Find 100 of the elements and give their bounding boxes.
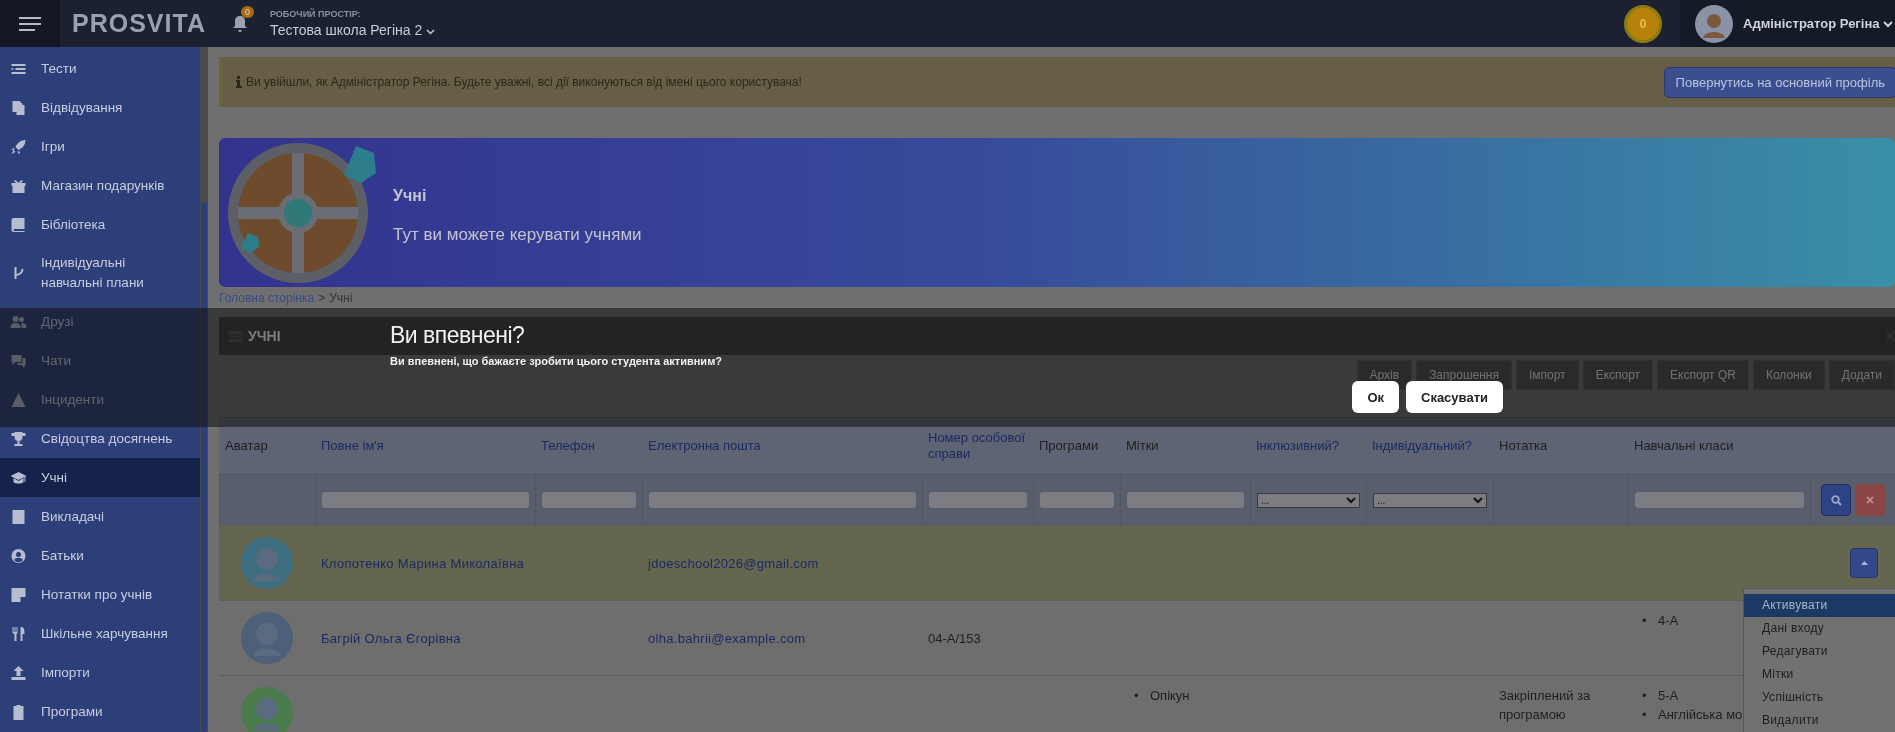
dialog-button[interactable]: Скасувати xyxy=(1406,381,1503,413)
student-name-link[interactable]: Багрій Ольга Єгорівна xyxy=(321,628,461,648)
list-bullet: • xyxy=(1642,706,1648,724)
chevron-icon xyxy=(1346,496,1356,504)
chat-icon xyxy=(10,352,27,369)
warning-icon xyxy=(10,391,27,408)
close-icon xyxy=(1866,496,1874,504)
sidebar-item[interactable]: Учні xyxy=(0,458,200,497)
logo[interactable]: PROSVITA xyxy=(72,9,206,38)
list-bullet: • xyxy=(1642,687,1648,705)
sidebar-item[interactable]: Бібліотека xyxy=(0,205,200,244)
sidebar-item[interactable]: Індивідуальні навчальні плани xyxy=(0,244,200,302)
menu-item[interactable]: Видалити xyxy=(1744,709,1895,732)
menu-item[interactable]: Мітки xyxy=(1744,663,1895,686)
filter-field[interactable] xyxy=(1635,492,1804,508)
sort-link[interactable]: Індивідуальний? xyxy=(1366,418,1493,474)
filter-field[interactable] xyxy=(1040,492,1114,508)
breadcrumb-separator: > xyxy=(318,291,326,307)
alert-text: Ви увійшли, як Адміністратор Регіна. Будьте уважні, всі дії виконуються від імені цього користувача! xyxy=(246,75,802,89)
breadcrumb-current: Учні xyxy=(329,291,353,307)
toolbar-button[interactable]: Додати xyxy=(1828,360,1895,390)
sidebar-item[interactable]: Інциденти xyxy=(0,380,200,419)
column-header: Мітки xyxy=(1125,437,1160,455)
sidebar-item[interactable]: Шкільне харчування xyxy=(0,614,200,653)
sidebar-item[interactable]: Магазин подарунків xyxy=(0,166,200,205)
chevron-icon xyxy=(1883,21,1894,28)
sidebar-item[interactable]: Ігри xyxy=(0,127,200,166)
panel-title: УЧНІ xyxy=(248,328,281,344)
class-item: 4-А xyxy=(1658,612,1679,630)
filter-field[interactable] xyxy=(1127,492,1244,508)
actions-button[interactable] xyxy=(1850,548,1878,578)
filter-select[interactable]: ... xyxy=(1373,492,1487,508)
list-bullet: • xyxy=(1642,612,1648,630)
sidebar-item[interactable]: Нотатки про учнів xyxy=(0,575,200,614)
sidebar-item[interactable]: Батьки xyxy=(0,536,200,575)
menu-button[interactable] xyxy=(0,0,60,47)
column-header: Нотатка xyxy=(1498,437,1549,455)
book-icon xyxy=(10,216,27,233)
email-link[interactable]: olha.bahrii@example.com xyxy=(648,628,806,648)
banner-subtitle: Тут ви можете керувати учнями xyxy=(393,224,642,245)
return-profile-button[interactable]: Повернутись на основний профіль xyxy=(1663,66,1895,98)
filter-field[interactable] xyxy=(929,492,1027,508)
upload-icon xyxy=(10,664,27,681)
filter-field[interactable] xyxy=(542,492,636,508)
note-icon xyxy=(10,586,27,603)
menu-item[interactable]: Успішність xyxy=(1744,686,1895,709)
chevron-icon xyxy=(1473,496,1483,504)
avatar-drawing xyxy=(1695,4,1733,43)
dialog-title: Ви впевнені? xyxy=(390,322,526,349)
rocket-icon xyxy=(10,138,27,155)
filter-field[interactable] xyxy=(649,492,916,508)
note-text: Закріплений за програмою xyxy=(1499,687,1592,724)
coin-counter: 0 xyxy=(1624,4,1662,43)
sidebar-item[interactable]: Чати xyxy=(0,341,200,380)
sort-link[interactable]: Телефон xyxy=(535,418,642,474)
column-header: Аватар xyxy=(224,437,269,455)
menu-item[interactable]: Дані входу xyxy=(1744,617,1895,640)
sidebar-item[interactable]: Свідоцтва досягнень xyxy=(0,419,200,458)
sidebar-item[interactable]: Викладачі xyxy=(0,497,200,536)
cutlery-icon xyxy=(10,625,27,642)
toolbar-button[interactable]: Експорт xyxy=(1582,360,1654,390)
sidebar-item[interactable]: Програми xyxy=(0,692,200,731)
caret-icon xyxy=(1860,561,1868,565)
avatar-drawing xyxy=(241,687,293,732)
sidebar-item[interactable]: Відвідування xyxy=(0,88,200,127)
users-icon xyxy=(10,313,27,330)
toolbar-button[interactable]: Експорт QR xyxy=(1657,360,1749,390)
dialog-button[interactable]: Ок xyxy=(1352,381,1399,413)
gift-icon xyxy=(10,177,27,194)
column-header: Навчальні класи xyxy=(1633,437,1735,455)
toolbar-button[interactable]: Колонки xyxy=(1752,360,1825,390)
workspace-selector[interactable]: Тестова школа Регіна 2 xyxy=(269,22,436,38)
menu-icon xyxy=(19,15,41,32)
table-cell-text: 04-А/153 xyxy=(928,629,981,648)
filter-select[interactable]: ... xyxy=(1257,492,1360,508)
sort-link[interactable]: Електронна пошта xyxy=(642,418,922,474)
column-header: Програми xyxy=(1038,437,1100,455)
documents-icon xyxy=(10,99,27,116)
class-item: Англійська мо xyxy=(1658,706,1743,724)
sort-link[interactable]: Номер особової справи xyxy=(922,418,1033,474)
email-link[interactable]: jdoeschool2026@gmail.com xyxy=(648,553,819,573)
sidebar-item[interactable]: Тести xyxy=(0,49,200,88)
student-name-link[interactable]: Клопотенко Марина Миколаївна xyxy=(321,553,525,573)
search-icon xyxy=(1830,494,1842,506)
sort-link[interactable]: Інклюзивний? xyxy=(1250,418,1366,474)
banner-title: Учні xyxy=(393,186,428,205)
info-icon xyxy=(236,76,242,88)
class-item: 5-А xyxy=(1658,687,1679,705)
bell-icon[interactable] xyxy=(231,14,248,33)
menu-item[interactable]: Редагувати xyxy=(1744,640,1895,663)
search-button[interactable] xyxy=(1821,484,1851,516)
sort-link[interactable]: Повне ім'я xyxy=(315,418,535,474)
list-bullet: • xyxy=(1134,687,1140,705)
sidebar-item[interactable]: Друзі xyxy=(0,302,200,341)
sidebar-item[interactable]: Імпорти xyxy=(0,653,200,692)
menu-item[interactable]: Активувати xyxy=(1744,594,1895,617)
tag-item: Опікун xyxy=(1150,687,1190,705)
toolbar-button[interactable]: Імпорт xyxy=(1515,360,1579,390)
filter-field[interactable] xyxy=(322,492,529,508)
scrollbar-thumb[interactable] xyxy=(201,202,207,732)
